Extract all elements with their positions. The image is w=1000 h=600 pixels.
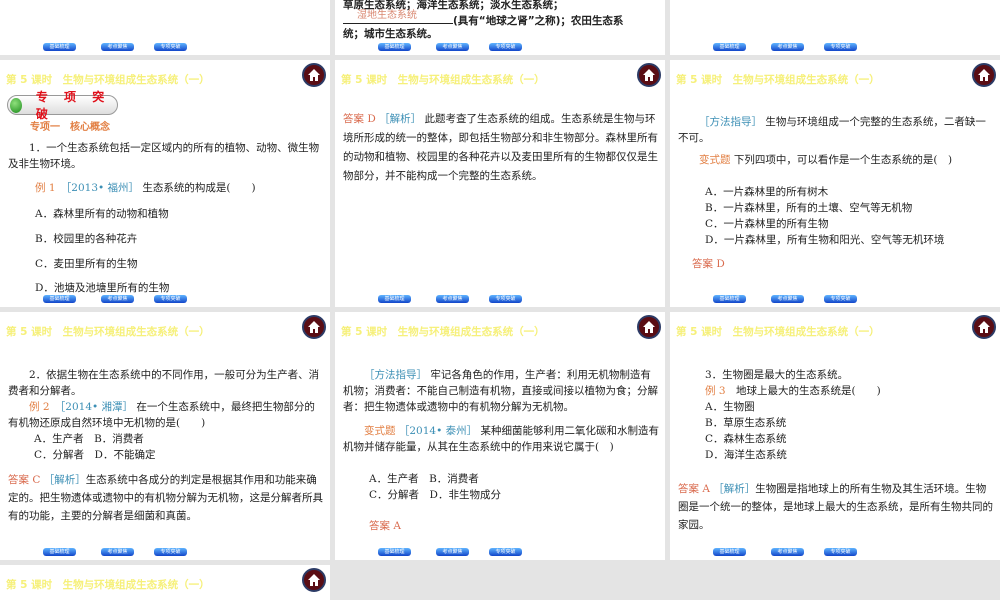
slide-title: 第 5 课时 生物与环境组成生态系统（一） [341,326,545,338]
section-badge: 专 项 突 破 [7,90,118,121]
home-icon[interactable] [637,63,661,87]
analysis-tag: ［解析］ [43,474,86,486]
example-label: 例 2 [29,401,50,413]
option: C．麦田里所有的生物 [35,258,138,270]
nav-button-3[interactable]: 专项突破 [824,295,857,303]
slide-title: 第 5 课时 生物与环境组成生态系统（一） [341,74,545,86]
home-icon[interactable] [302,568,326,592]
nav-button-2[interactable]: 考点聚焦 [436,295,469,303]
text-line: (具有“地球之肾”之称)；农田生态系 [453,15,624,27]
source-tag: ［2014• 泰州］ [398,425,478,437]
nav-button-2[interactable]: 考点聚焦 [771,43,804,51]
answer-label: 答案 D [343,113,376,125]
option: D．一片森林里，所有生物和阳光、空气等无机环境 [705,234,945,246]
slide-2b[interactable]: 第 5 课时 生物与环境组成生态系统（一） ［方法指导］ 牢记各角色的作用，生产… [335,312,665,560]
nav-button-2[interactable]: 考点聚焦 [771,548,804,556]
option: A．生产者 B．消费者 [369,473,479,485]
method-tag: ［方法指导］ [699,116,762,128]
slide-title: 第 5 课时 生物与环境组成生态系统（一） [6,74,210,86]
source-tag: ［2014• 湘潭］ [60,401,134,413]
home-icon[interactable] [972,63,996,87]
nav-button-2[interactable]: 考点聚焦 [436,43,469,51]
nav-button-3[interactable]: 专项突破 [489,295,522,303]
slide-2a[interactable]: 第 5 课时 生物与环境组成生态系统（一） 2．依据生物在生态系统中的不同作用，… [0,312,330,560]
nav-button-1[interactable]: 基础梳理 [713,43,746,51]
nav-button-3[interactable]: 专项突破 [154,548,187,556]
text-line: 统；城市生态系统。 [343,28,438,40]
example-label: 例 3 [705,385,726,397]
nav-button-2[interactable]: 考点聚焦 [101,295,134,303]
variant-label: 变式题 [699,154,731,166]
option: B．草原生态系统 [705,417,787,429]
option: C．分解者 D．非生物成分 [369,489,501,501]
slide-title: 第 5 课时 生物与环境组成生态系统（一） [6,579,210,591]
home-icon[interactable] [302,315,326,339]
answer-label: 答案 C [8,474,41,486]
option: A．生物圈 [705,401,755,413]
example-label: 例 1 [35,182,56,194]
nav-button-3[interactable]: 专项突破 [154,43,187,51]
nav-button-3[interactable]: 专项突破 [489,43,522,51]
nav-button-3[interactable]: 专项突破 [154,295,187,303]
slide-title: 第 5 课时 生物与环境组成生态系统（一） [6,326,210,338]
nav-button-2[interactable]: 考点聚焦 [101,548,134,556]
nav-button-1[interactable]: 基础梳理 [378,295,411,303]
answer-label: 答案 A [678,483,710,495]
home-icon[interactable] [972,315,996,339]
nav-button-2[interactable]: 考点聚焦 [436,548,469,556]
nav-button-1[interactable]: 基础梳理 [378,548,411,556]
question: 在一个生态系统中，最终把生物部分的有机物还原成自然环境中无机物的是( ) [8,401,315,429]
slide-title: 第 5 课时 生物与环境组成生态系统（一） [676,326,880,338]
question: 生态系统的构成是( ) [142,182,256,194]
nav-button-3[interactable]: 专项突破 [489,548,522,556]
option: D．池塘及池塘里所有的生物 [35,282,170,294]
green-dot-icon [10,97,22,113]
nav-button-1[interactable]: 基础梳理 [713,295,746,303]
option: A．一片森林里的所有树木 [705,186,829,198]
analysis-tag: ［解析］ [379,113,422,125]
nav-button-1[interactable]: 基础梳理 [43,295,76,303]
option: B．校园里的各种花卉 [35,233,138,245]
paragraph: 3．生物圈是最大的生态系统。 [705,369,849,381]
nav-button-2[interactable]: 考点聚焦 [771,295,804,303]
home-icon[interactable] [302,63,326,87]
home-icon[interactable] [637,315,661,339]
slide-1b[interactable]: 第 5 课时 生物与环境组成生态系统（一） 答案 D ［解析］ 此题考查了生态系… [335,60,665,307]
option: C．一片森林里的所有生物 [705,218,829,230]
paragraph: 2．依据生物在生态系统中的不同作用，一般可分为生产者、消费者和分解者。 [8,369,320,397]
nav-button-1[interactable]: 基础梳理 [43,43,76,51]
slide-top-right[interactable]: 基础梳理 考点聚焦 专项突破 [670,0,1000,55]
slide-1a[interactable]: 第 5 课时 生物与环境组成生态系统（一） 专 项 突 破 专项一 核心概念 1… [0,60,330,307]
answer-label: 答案 D [692,258,725,270]
analysis-tag: ［解析］ [713,483,756,495]
section-subtitle: 专项一 核心概念 [30,122,110,133]
variant-label: 变式题 [364,425,396,437]
nav-button-2[interactable]: 考点聚焦 [101,43,134,51]
slide-1c[interactable]: 第 5 课时 生物与环境组成生态系统（一） ［方法指导］ 生物与环境组成一个完整… [670,60,1000,307]
nav-button-1[interactable]: 基础梳理 [378,43,411,51]
nav-button-3[interactable]: 专项突破 [824,43,857,51]
slide-2c[interactable]: 第 5 课时 生物与环境组成生态系统（一） 3．生物圈是最大的生态系统。 例 3… [670,312,1000,560]
method-tag: ［方法指导］ [364,369,427,381]
slide-top-left[interactable]: 基础梳理 考点聚焦 专项突破 [0,0,330,55]
option: A．森林里所有的动物和植物 [35,208,169,220]
question: 地球上最大的生态系统是( ) [736,385,881,397]
paragraph: 1．一个生态系统包括一定区域内的所有的植物、动物、微生物及非生物环境。 [8,142,320,170]
slide-top-middle[interactable]: 草原生态系统；海洋生态系统；淡水生态系统； 湿地生态系统 (具有“地球之肾”之称… [335,0,665,55]
nav-button-1[interactable]: 基础梳理 [713,548,746,556]
question: 下列四项中，可以看作是一个生态系统的是( ) [733,154,953,166]
option: C．分解者 D．不能确定 [34,449,156,461]
nav-button-3[interactable]: 专项突破 [824,548,857,556]
option: A．生产者 B．消费者 [34,433,144,445]
slide-3a[interactable]: 第 5 课时 生物与环境组成生态系统（一） [0,565,330,600]
option: D．海洋生态系统 [705,449,787,461]
slide-title: 第 5 课时 生物与环境组成生态系统（一） [676,74,880,86]
nav-button-1[interactable]: 基础梳理 [43,548,76,556]
answer-label: 答案 A [369,520,401,532]
option: B．一片森林里，所有的土壤、空气等无机物 [705,202,913,214]
source-tag: ［2013• 福州］ [66,182,140,194]
option: C．森林生态系统 [705,433,787,445]
